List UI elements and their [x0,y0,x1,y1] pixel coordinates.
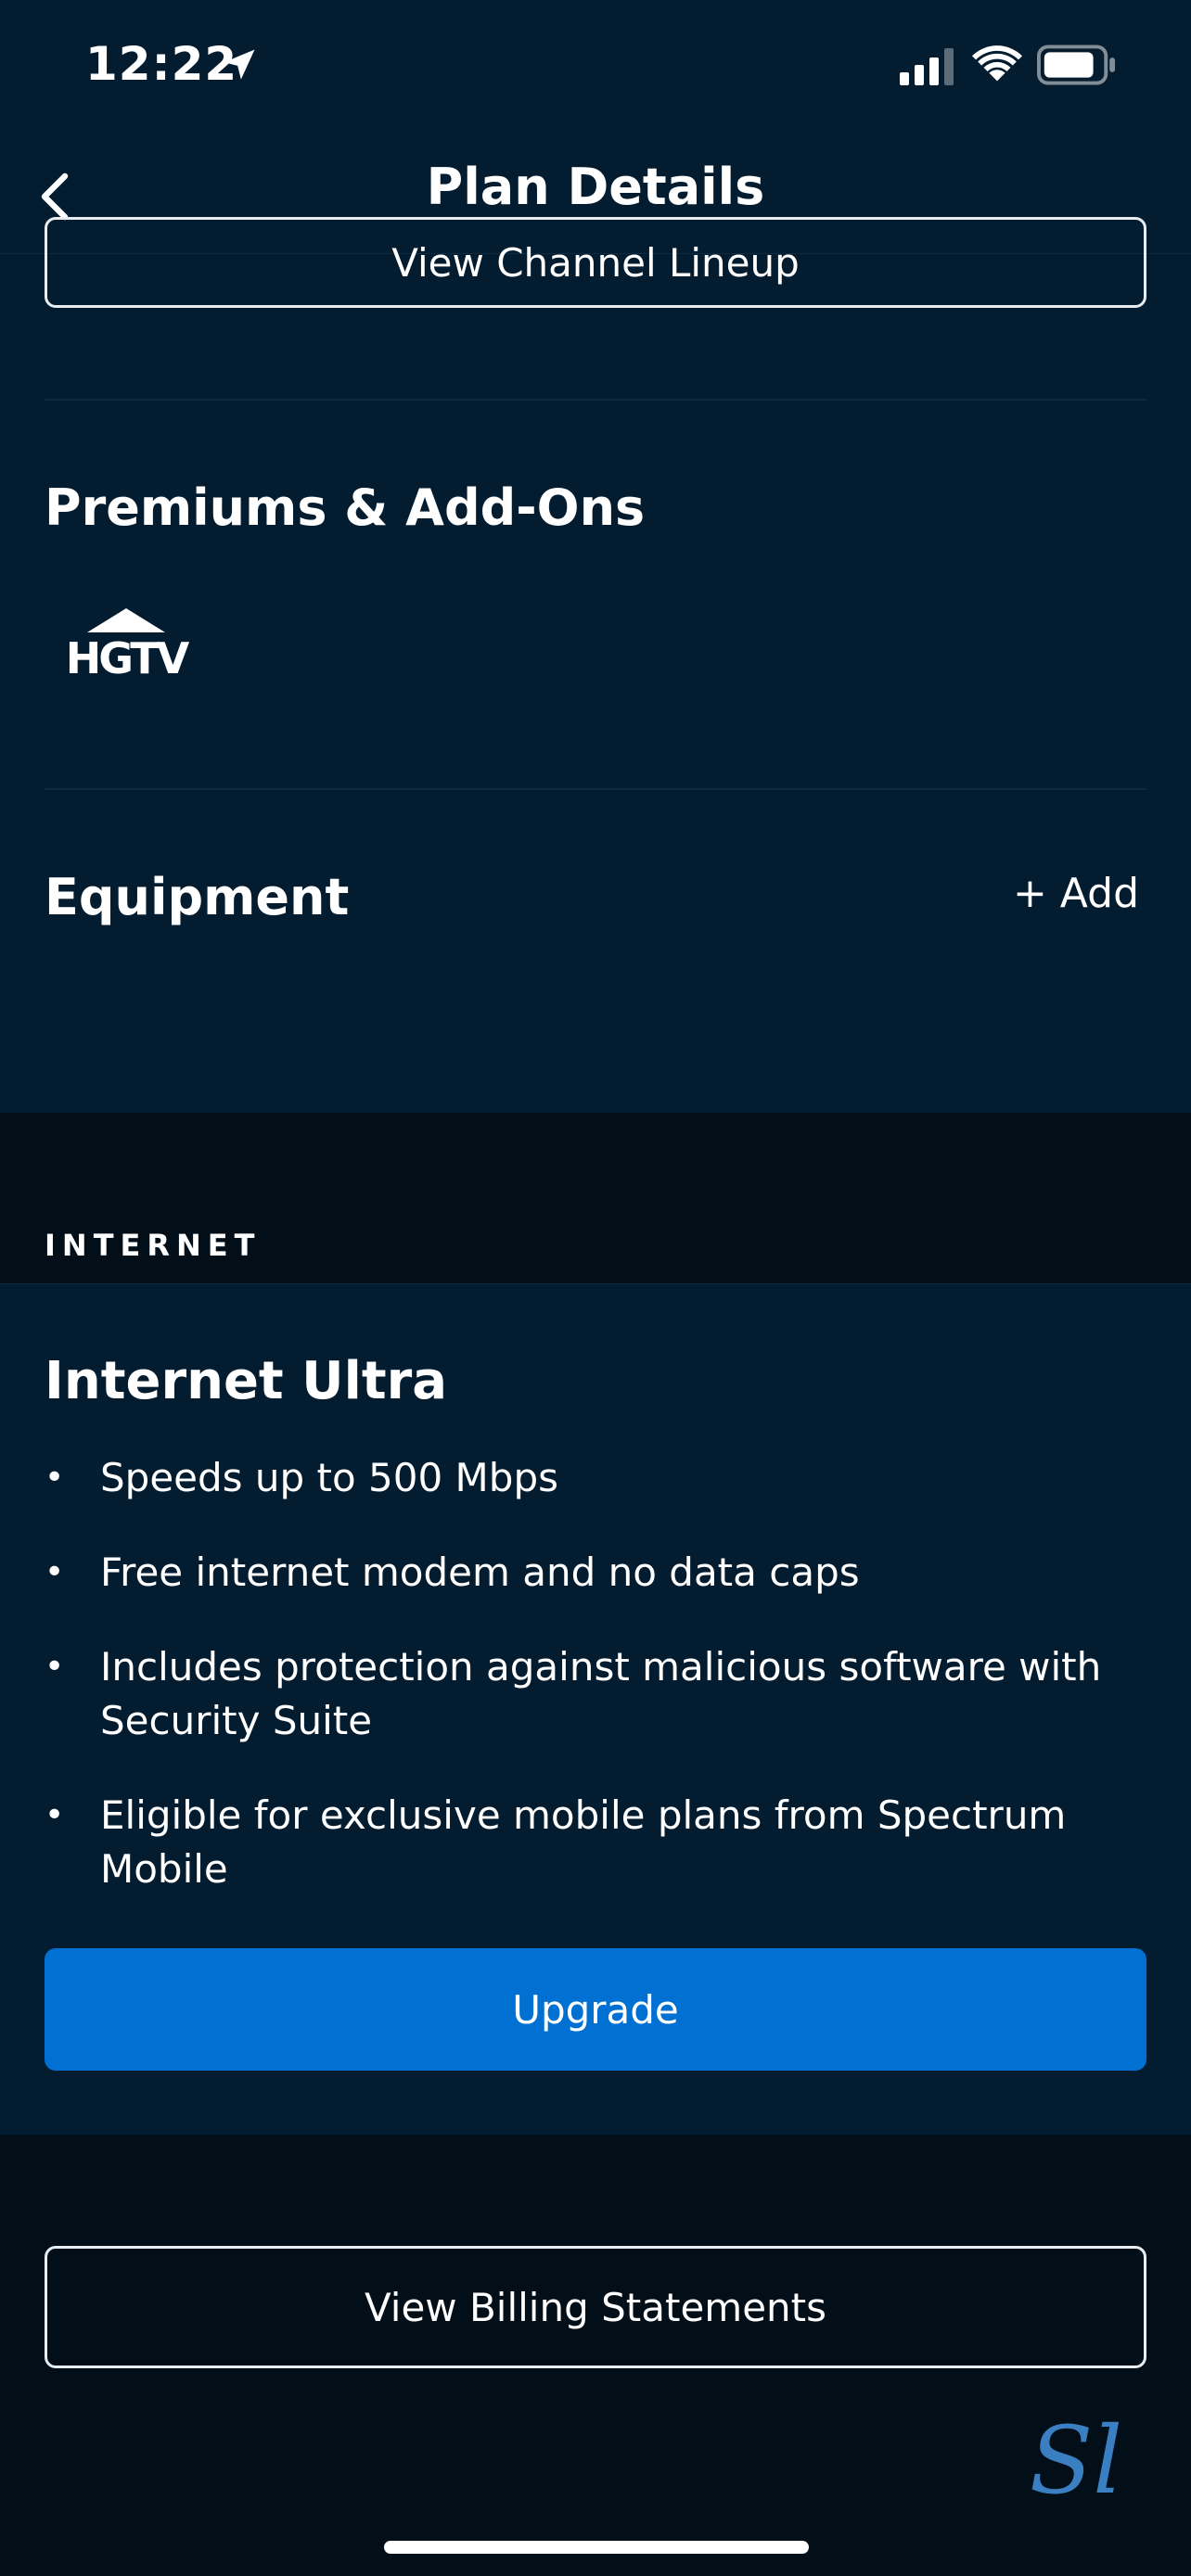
view-channel-lineup-button[interactable]: View Channel Lineup [45,217,1146,308]
feature-item: • Eligible for exclusive mobile plans fro… [45,1789,1111,1896]
feature-list: • Speeds up to 500 Mbps • Free internet mo… [45,1451,1111,1937]
location-arrow-icon [224,49,255,80]
status-time: 12:22 [85,37,238,91]
bullet-icon: • [45,1648,65,1686]
bullet-icon: • [45,1459,65,1497]
add-equipment-link[interactable]: + Add [1013,870,1139,917]
page-title: Plan Details [426,158,765,216]
premiums-heading: Premiums & Add-Ons [45,478,646,537]
feature-item: • Free internet modem and no data caps [45,1546,1111,1600]
feature-item: • Includes protection against malicious s… [45,1640,1111,1748]
feature-item: • Speeds up to 500 Mbps [45,1451,1111,1505]
wifi-icon [972,45,1022,82]
plan-name: Internet Ultra [45,1351,448,1411]
svg-text:HGTV: HGTV [66,633,190,681]
battery-icon [1037,45,1116,85]
equipment-heading: Equipment [45,868,350,926]
view-billing-statements-button[interactable]: View Billing Statements [45,2246,1146,2368]
svg-text:Sl: Sl [1030,2407,1123,2509]
bullet-icon: • [45,1553,65,1591]
divider [45,788,1146,790]
internet-plan-section: Internet Ultra • Speeds up to 500 Mbps • F… [0,1283,1191,2135]
status-bar: 12:22 [0,0,1191,139]
cellular-signal-icon [900,48,954,85]
hgtv-logo: HGTV [66,608,191,681]
bullet-icon: • [45,1796,65,1834]
home-indicator [384,2541,809,2554]
watermark-logo: Sl [1030,2407,1123,2509]
tv-plan-section: View Channel Lineup Premiums & Add-Ons H… [0,217,1191,1113]
upgrade-button[interactable]: Upgrade [45,1948,1146,2071]
internet-section-header: INTERNET [0,1113,1191,1283]
section-caption: INTERNET [45,1228,262,1263]
divider [45,399,1146,401]
